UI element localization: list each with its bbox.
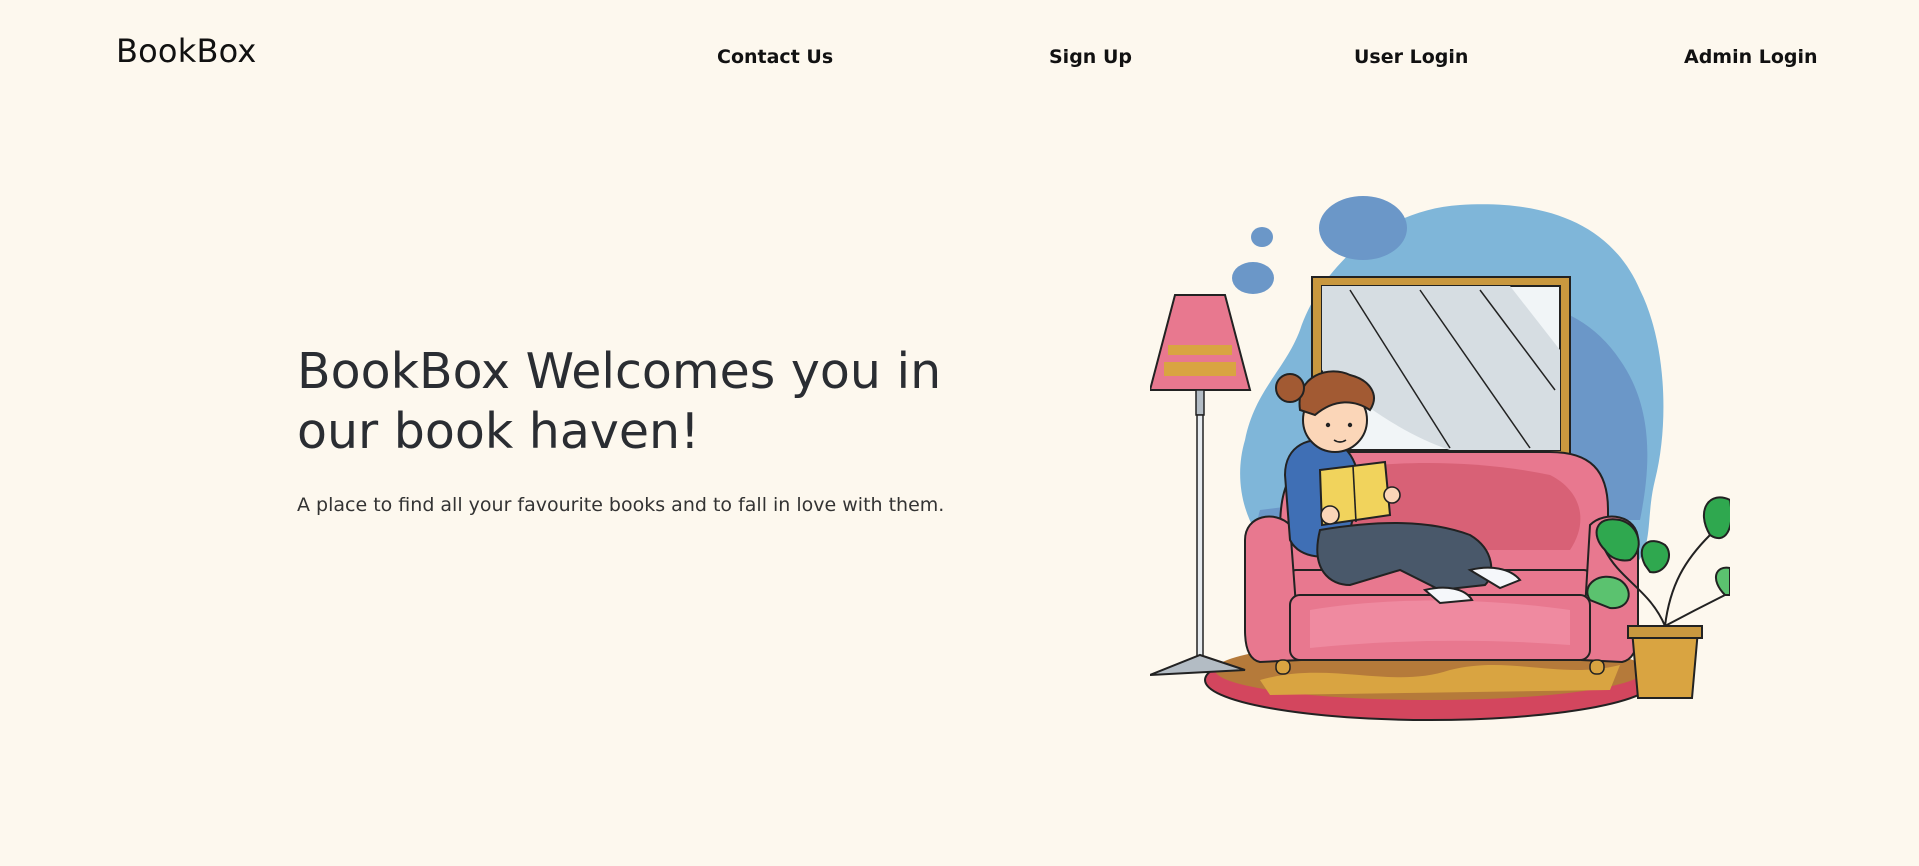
top-nav: Contact Us Sign Up User Login Admin Logi…: [0, 46, 1919, 70]
hero-title: BookBox Welcomes you in our book haven!: [297, 343, 942, 460]
nav-sign-up[interactable]: Sign Up: [1049, 46, 1132, 68]
nav-admin-login[interactable]: Admin Login: [1684, 46, 1818, 68]
floor-lamp: [1150, 294, 1252, 676]
nav-contact-us[interactable]: Contact Us: [717, 46, 833, 68]
hero-subtitle: A place to find all your favourite books…: [297, 494, 945, 516]
page: BookBox Contact Us Sign Up User Login Ad…: [0, 0, 1919, 866]
nav-user-login[interactable]: User Login: [1354, 46, 1468, 68]
reading-girl-illustration: [1150, 196, 1730, 721]
